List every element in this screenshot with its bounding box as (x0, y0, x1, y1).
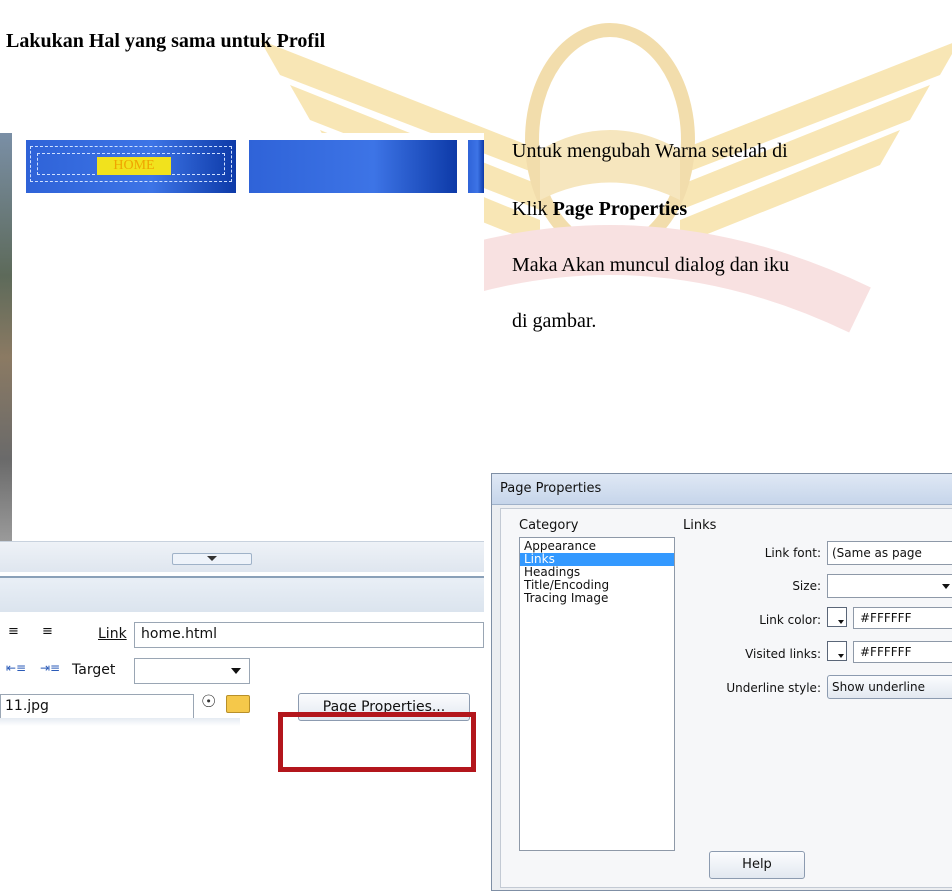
home-nav-button[interactable]: HOME (97, 157, 171, 175)
chevron-down-icon (207, 556, 217, 561)
outdent-icon[interactable]: ⇤≡ (6, 661, 26, 675)
editor-screenshot: HOME (0, 133, 484, 542)
panel-splitter[interactable] (0, 541, 484, 572)
target-select[interactable] (134, 658, 250, 684)
underline-style-label: Underline style: (726, 681, 821, 695)
link-input[interactable]: home.html (134, 622, 484, 648)
underline-style-select[interactable]: Show underline (827, 675, 952, 699)
visited-links-label: Visited links: (745, 647, 821, 661)
background-photo-strip (0, 133, 12, 541)
visited-links-input[interactable]: #FFFFFF (853, 641, 952, 663)
nav-cell-2[interactable] (249, 140, 457, 193)
instruction-line-2: Klik Page Properties (512, 198, 687, 221)
help-button[interactable]: Help (709, 851, 805, 879)
instruction-line-1: Untuk mengubah Warna setelah di (512, 140, 788, 162)
size-select[interactable] (827, 574, 952, 598)
properties-panel-bottom-edge (0, 718, 240, 726)
indent-icon[interactable]: ⇥≡ (40, 661, 60, 675)
color-picker-arrow-icon (838, 620, 844, 624)
dialog-body: Category Links Appearance Links Headings… (500, 508, 952, 888)
color-picker-arrow-icon (838, 654, 844, 658)
section-heading: Lakukan Hal yang sama untuk Profil (6, 30, 326, 52)
nav-cell-3[interactable] (468, 140, 484, 193)
category-label: Category (519, 518, 579, 533)
instruction-click-word: Klik (512, 198, 548, 220)
link-color-swatch[interactable] (827, 607, 847, 627)
instruction-line-3: Maka Akan muncul dialog dan iku (512, 254, 790, 276)
highlight-box (278, 712, 476, 772)
nav-cell-home[interactable]: HOME (26, 140, 236, 193)
section-label: Links (683, 518, 717, 533)
align-center-icon[interactable]: ≡ (8, 624, 19, 639)
link-color-input[interactable]: #FFFFFF (853, 607, 952, 629)
dropdown-arrow-icon (231, 668, 241, 674)
properties-panel-header (0, 576, 484, 612)
link-label: Link (98, 626, 127, 642)
target-label: Target (72, 662, 116, 678)
properties-panel: ≡ ≡ Link home.html ⇤≡ ⇥≡ Target 11.jpg ☉… (0, 612, 484, 721)
instruction-page-properties: Page Properties (552, 198, 688, 220)
link-color-label: Link color: (759, 613, 821, 627)
category-item-tracing-image[interactable]: Tracing Image (520, 592, 674, 605)
size-dropdown-arrow-icon (942, 584, 950, 589)
align-right-icon[interactable]: ≡ (42, 624, 53, 639)
link-font-select[interactable]: (Same as page (827, 541, 952, 565)
folder-icon[interactable] (226, 695, 250, 713)
link-font-label: Link font: (764, 546, 821, 560)
instruction-line-4: di gambar. (512, 310, 597, 332)
size-label: Size: (792, 579, 821, 593)
dialog-titlebar: Page Properties (492, 474, 952, 505)
src-input[interactable]: 11.jpg (0, 694, 194, 720)
category-list[interactable]: Appearance Links Headings Title/Encoding… (519, 537, 675, 851)
dialog-title: Page Properties (500, 481, 602, 496)
collapse-panel-button[interactable] (172, 553, 252, 565)
category-item-appearance[interactable]: Appearance (520, 538, 674, 553)
visited-links-swatch[interactable] (827, 641, 847, 661)
point-to-file-icon[interactable]: ☉ (201, 692, 216, 712)
page-properties-dialog: Page Properties Category Links Appearanc… (491, 473, 952, 891)
